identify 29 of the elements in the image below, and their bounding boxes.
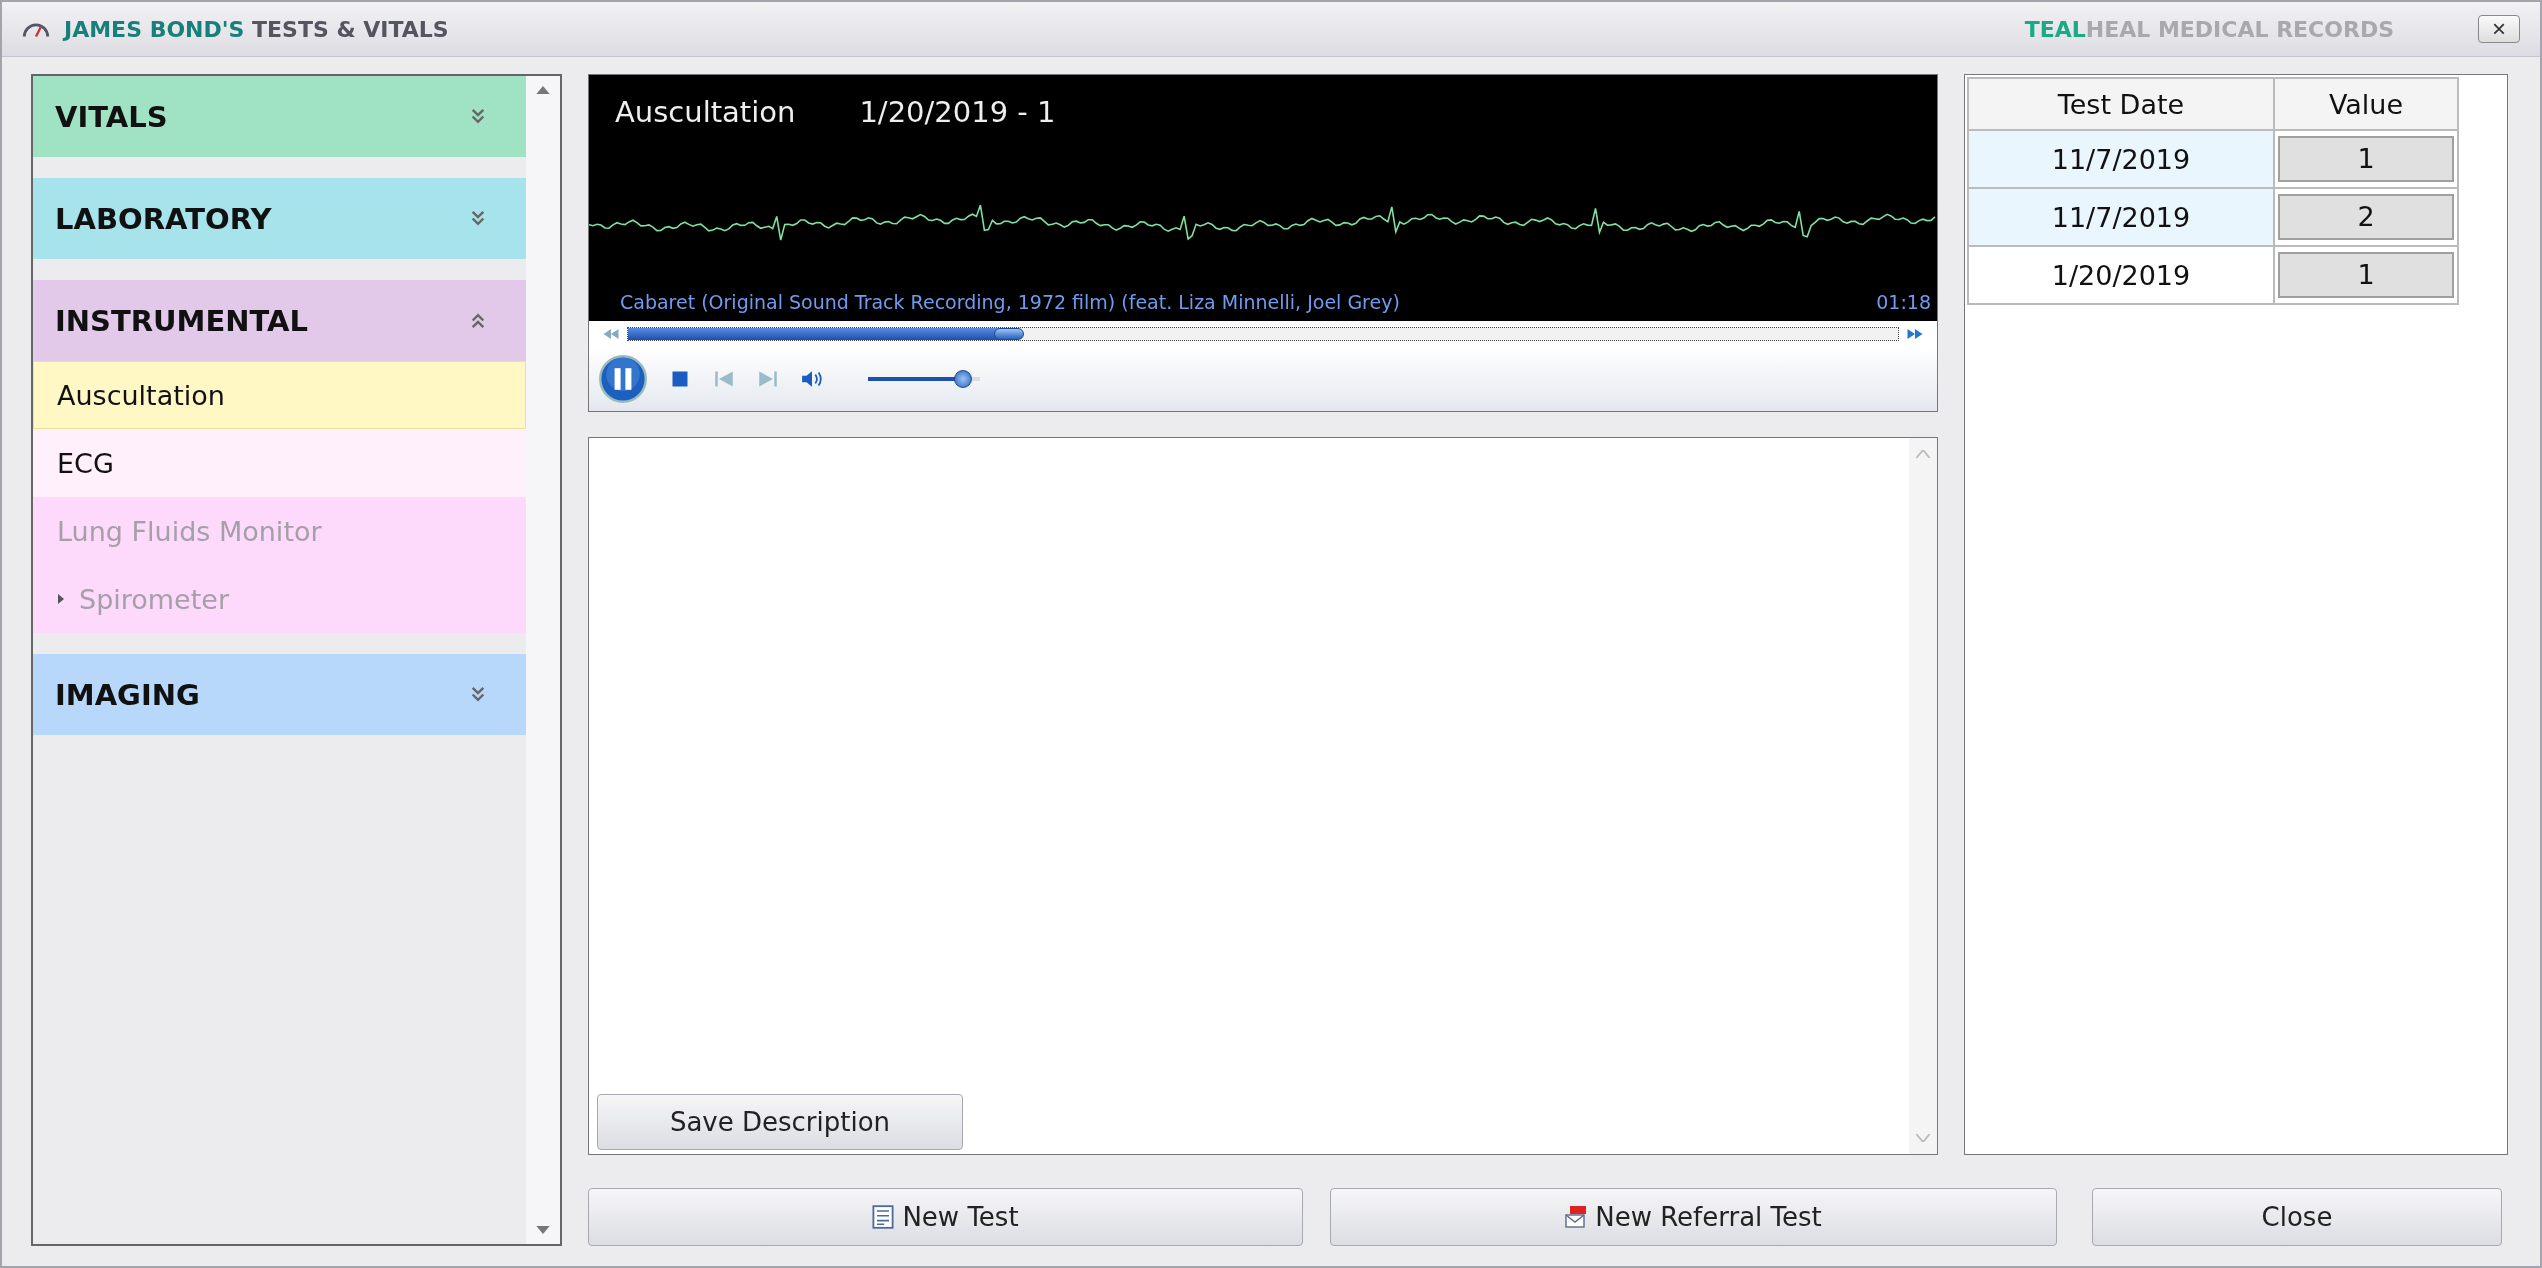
- sidebar-section-header[interactable]: VITALS: [33, 76, 526, 157]
- column-header[interactable]: Value: [2274, 78, 2458, 130]
- window-title: JAMES BOND'S TESTS & VITALS: [64, 16, 449, 42]
- track-title: Cabaret (Original Sound Track Recording, 1972 film) (feat. Liza Minnelli, Joel Grey): [620, 291, 1400, 313]
- table-cell: 11/7/2019: [1968, 188, 2274, 246]
- table-cell: 11/7/2019: [1968, 130, 2274, 188]
- recording-date: 1/20/2019 - 1: [859, 95, 1056, 129]
- value-cell: 2: [2278, 194, 2454, 240]
- sidebar-item[interactable]: ECG: [33, 429, 526, 497]
- sidebar-item[interactable]: Auscultation: [33, 361, 526, 429]
- table-row[interactable]: 11/7/2019 2: [1968, 188, 2458, 246]
- value-cell: 1: [2278, 252, 2454, 298]
- close-dialog-button[interactable]: Close: [2092, 1188, 2502, 1246]
- sidebar-section-header[interactable]: LABORATORY: [33, 178, 526, 259]
- table-row[interactable]: 1/20/2019 1: [1968, 246, 2458, 304]
- sidebar-section-header[interactable]: INSTRUMENTAL: [33, 280, 526, 361]
- close-button[interactable]: ×: [2478, 15, 2520, 43]
- recording-title: Auscultation: [615, 95, 796, 129]
- table-cell: 1/20/2019: [1968, 246, 2274, 304]
- sidebar-section-header[interactable]: IMAGING: [33, 654, 526, 735]
- action-button[interactable]: New Test: [588, 1188, 1303, 1246]
- table-row[interactable]: 11/7/2019 1: [1968, 130, 2458, 188]
- value-cell: 1: [2278, 136, 2454, 182]
- description-field[interactable]: Save Description: [588, 437, 1938, 1155]
- track-time: 01:18: [1876, 291, 1931, 313]
- save-description-button[interactable]: Save Description: [597, 1094, 963, 1150]
- action-button[interactable]: New Referral Test: [1330, 1188, 2057, 1246]
- brand-name: TEALHEAL MEDICAL RECORDS: [2024, 16, 2394, 42]
- column-header[interactable]: Test Date: [1968, 78, 2274, 130]
